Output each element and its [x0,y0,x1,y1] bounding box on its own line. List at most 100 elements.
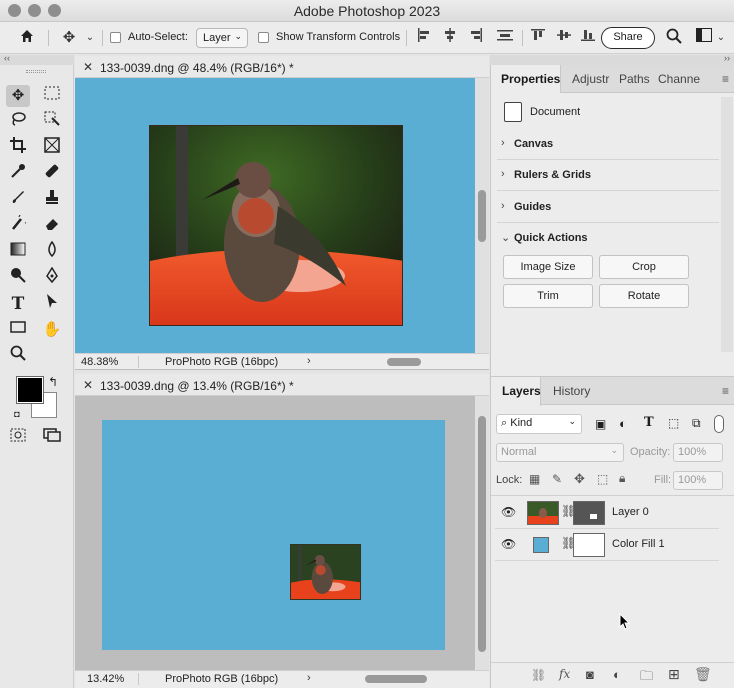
tab-paths[interactable]: Paths [619,72,650,86]
align-top-icon[interactable] [530,28,546,48]
section-guides[interactable]: › Guides [497,192,719,223]
marquee-tool-icon[interactable] [40,85,64,107]
tab-properties[interactable]: Properties [501,72,560,86]
zoom-level[interactable]: 13.42% [87,673,139,685]
layer-name[interactable]: Layer 0 [612,506,649,518]
distribute-icon[interactable] [496,28,514,48]
document-tab-1[interactable]: ✕ 133-0039.dng @ 48.4% (RGB/16*) * [75,56,489,78]
chevron-right-icon[interactable]: › [307,355,311,367]
move-tool-icon[interactable]: ✥ [58,28,80,48]
home-icon[interactable] [16,28,38,48]
clone-stamp-tool-icon[interactable] [40,189,64,211]
fill-color-thumbnail[interactable] [533,537,549,553]
search-icon[interactable] [664,28,684,48]
eyedropper-tool-icon[interactable] [6,163,30,185]
layer-row[interactable]: 👁︎ ⛓︎ Color Fill 1 [495,529,719,561]
chevron-right-icon[interactable]: › [307,672,311,684]
lock-paint-icon[interactable]: ✎ [552,472,562,486]
vertical-scroll-thumb[interactable] [478,416,486,652]
lock-all-icon[interactable]: 🔒︎ [619,471,625,486]
move-tool-icon[interactable]: ✥ [6,85,30,107]
adjustment-layer-icon[interactable]: ◐ [613,667,621,682]
section-quick-actions[interactable]: ⌄ Quick Actions [497,223,719,254]
panel-menu-icon[interactable]: ≡ [722,384,729,398]
crop-tool-icon[interactable] [6,137,30,159]
filter-toggle[interactable] [714,415,724,433]
panel-menu-icon[interactable]: ≡ [722,72,729,86]
history-brush-tool-icon[interactable] [6,212,30,237]
image-size-button[interactable]: Image Size [503,255,593,279]
brush-tool-icon[interactable] [6,189,30,211]
panel-collapse-strip[interactable]: ›› [490,53,734,65]
add-mask-icon[interactable]: ◙ [586,667,594,682]
zoom-level[interactable]: 48.38% [81,356,139,368]
lock-transparent-icon[interactable]: ▦ [529,472,540,486]
eye-icon[interactable]: 👁︎ [501,537,516,551]
lock-artboard-icon[interactable]: ⬚ [597,472,608,486]
document-tab-2[interactable]: ✕ 133-0039.dng @ 13.4% (RGB/16*) * [75,374,489,396]
shape-filter-icon[interactable]: ⬚ [668,416,679,430]
toolbar-grip[interactable] [26,70,46,73]
default-colors-icon[interactable]: ◘ [10,403,24,425]
screen-mode-icon[interactable] [40,427,64,449]
pen-tool-icon[interactable] [40,266,64,289]
pixel-filter-icon[interactable]: ▣ [595,417,606,431]
eraser-tool-icon[interactable] [40,215,64,237]
dodge-tool-icon[interactable] [6,267,30,289]
eye-icon[interactable]: 👁︎ [501,505,516,519]
adjustment-filter-icon[interactable]: ◐ [619,416,627,431]
layer-name[interactable]: Color Fill 1 [612,538,665,550]
document-window-2[interactable]: ✕ 133-0039.dng @ 13.4% (RGB/16*) * 13.42… [75,374,489,688]
trash-icon[interactable]: 🗑︎ [694,666,712,683]
chevron-down-icon[interactable]: ⌄ [84,28,96,48]
new-layer-icon[interactable]: ⊞ [668,666,680,683]
lock-position-icon[interactable]: ✥ [574,471,585,487]
vertical-scroll-thumb[interactable] [478,190,486,242]
smart-object-filter-icon[interactable]: ⧉ [692,416,701,431]
properties-scrollbar[interactable] [721,97,733,352]
layer-row[interactable]: 👁︎ ⛓︎ Layer 0 [495,497,719,529]
tab-history[interactable]: History [553,384,590,398]
layer-mask-thumbnail[interactable] [573,501,605,525]
transform-controls-checkbox[interactable] [258,32,269,43]
layer-filter-dropdown[interactable]: ⌕ Kind ⌄ [496,414,582,434]
folder-icon[interactable]: 🗀︎ [640,667,653,688]
hand-tool-icon[interactable]: ✋ [40,319,64,341]
align-bottom-icon[interactable] [580,28,596,48]
canvas-area[interactable] [75,78,475,354]
blur-tool-icon[interactable] [40,240,64,263]
healing-brush-tool-icon[interactable] [40,163,64,185]
fx-icon[interactable]: fx [559,667,570,681]
lasso-tool-icon[interactable] [6,111,30,133]
workspace-icon[interactable] [694,28,714,48]
trim-button[interactable]: Trim [503,284,593,308]
object-select-tool-icon[interactable] [40,111,64,133]
crop-button[interactable]: Crop [599,255,689,279]
link-layers-icon[interactable]: ⛓︎ [531,668,546,682]
rectangle-tool-icon[interactable] [6,319,30,341]
canvas-area[interactable] [75,396,475,670]
align-right-icon[interactable] [468,28,484,48]
section-rulers-grids[interactable]: › Rulers & Grids [497,160,719,191]
type-filter-icon[interactable]: T [644,415,654,430]
opacity-field[interactable]: 100% [673,443,723,462]
auto-select-checkbox[interactable] [110,32,121,43]
type-tool-icon[interactable]: T [6,293,30,315]
foreground-color-swatch[interactable] [16,376,44,404]
vertical-scrollbar[interactable] [475,78,489,354]
section-canvas[interactable]: › Canvas [497,129,719,160]
auto-select-dropdown[interactable]: Layer ⌄ [196,28,248,48]
swap-colors-icon[interactable]: ↰ [46,371,60,393]
toolbar-collapse-strip[interactable]: ‹‹ [0,53,74,65]
close-icon[interactable]: ✕ [83,378,93,392]
tab-channels[interactable]: Channe [658,72,700,86]
tab-layers[interactable]: Layers [502,384,541,398]
frame-tool-icon[interactable] [40,137,64,159]
layer-mask-thumbnail[interactable] [573,533,605,557]
quick-mask-icon[interactable] [6,427,30,449]
align-middle-icon[interactable] [556,28,572,48]
rotate-button[interactable]: Rotate [599,284,689,308]
share-button[interactable]: Share [601,27,655,49]
align-left-icon[interactable] [416,28,432,48]
document-window-1[interactable]: ✕ 133-0039.dng @ 48.4% (RGB/16*) * 48.38… [75,56,489,370]
